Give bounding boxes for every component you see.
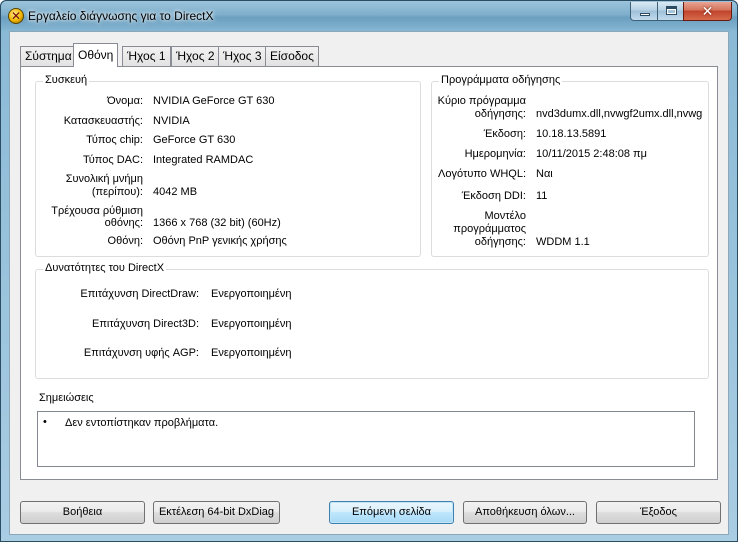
device-group: Συσκευή Όνομα: NVIDIA GeForce GT 630 Κατ… [35, 74, 421, 257]
notes-group: Σημειώσεις • Δεν εντοπίστηκαν προβλήματα… [35, 392, 719, 473]
chip-type-value: GeForce GT 630 [153, 134, 236, 146]
ddi-version-value: 11 [536, 190, 548, 202]
display-mode-label-line1: Τρέχουσα ρύθμιση [51, 205, 143, 217]
driver-model-value: WDDM 1.1 [536, 236, 590, 248]
next-page-button[interactable]: Επόμενη σελίδα [329, 501, 454, 524]
display-mode-value: 1366 x 768 (32 bit) (60Hz) [153, 217, 281, 229]
help-button[interactable]: Βοήθεια [20, 501, 145, 524]
monitor-label: Οθόνη: [107, 235, 143, 247]
minimize-button[interactable] [630, 2, 658, 21]
display-mode-label-line2: οθόνης: [104, 217, 143, 229]
window-title: Εργαλείο διάγνωσης για το DirectX [28, 9, 214, 23]
total-memory-label-line1: Συνολική μνήμη [65, 173, 143, 185]
driver-model-label-line2: προγράμματος [453, 223, 526, 235]
driver-model-label-line3: οδήγησης: [474, 236, 526, 248]
driver-version-value: 10.18.13.5891 [536, 128, 607, 140]
total-memory-label-line2: (περίπου): [91, 186, 143, 198]
device-name-value: NVIDIA GeForce GT 630 [153, 95, 275, 107]
notes-textbox[interactable]: • Δεν εντοπίστηκαν προβλήματα. [37, 411, 695, 467]
tab-sound-3[interactable]: Ήχος 3 [218, 46, 267, 66]
manufacturer-label: Κατασκευαστής: [63, 115, 143, 127]
whql-logo-value: Ναι [536, 168, 553, 180]
driver-version-label: Έκδοση: [483, 128, 526, 140]
monitor-value: Οθόνη PnP γενικής χρήσης [153, 235, 287, 247]
dialog-client-area: Σύστημα Οθόνη Ήχος 1 Ήχος 2 Ήχος 3 Είσοδ… [9, 31, 729, 535]
display-tab-panel: Συσκευή Όνομα: NVIDIA GeForce GT 630 Κατ… [20, 66, 718, 480]
tab-sound-2[interactable]: Ήχος 2 [171, 46, 220, 66]
dac-type-value: Integrated RAMDAC [153, 154, 254, 166]
drivers-group: Προγράμματα οδήγησης Κύριο πρόγραμμα οδή… [431, 74, 709, 257]
agp-texture-accel-value: Ενεργοποιημένη [211, 347, 292, 359]
driver-date-label: Ημερομηνία: [464, 148, 526, 160]
directdraw-accel-label: Επιτάχυνση DirectDraw: [80, 288, 199, 300]
tab-input[interactable]: Είσοδος [265, 46, 319, 66]
close-button[interactable]: ✕ [683, 2, 732, 21]
note-item: Δεν εντοπίστηκαν προβλήματα. [65, 417, 219, 429]
total-memory-value: 4042 MB [153, 186, 198, 198]
driver-model-label-line1: Μοντέλο [484, 210, 526, 222]
main-driver-label-line1: Κύριο πρόγραμμα [437, 95, 526, 107]
tab-display[interactable]: Οθόνη [73, 43, 119, 67]
directx-features-group: Δυνατότητες του DirectX Επιτάχυνση Direc… [35, 262, 709, 379]
maximize-icon [666, 6, 677, 15]
minimize-icon [640, 13, 650, 16]
device-name-label: Όνομα: [107, 95, 143, 107]
exit-button[interactable]: Έξοδος [596, 501, 721, 524]
agp-texture-accel-label: Επιτάχυνση υφής AGP: [83, 347, 199, 359]
notes-group-title: Σημειώσεις [37, 392, 96, 404]
run-64bit-dxdiag-button[interactable]: Εκτέλεση 64-bit DxDiag [153, 501, 280, 524]
drivers-group-title: Προγράμματα οδήγησης [439, 74, 563, 86]
note-bullet: • [43, 416, 47, 428]
whql-logo-label: Λογότυπο WHQL: [438, 168, 526, 180]
tab-sound-1[interactable]: Ήχος 1 [122, 46, 171, 66]
driver-date-value: 10/11/2015 2:48:08 πμ [536, 148, 647, 160]
dac-type-label: Τύπος DAC: [83, 154, 143, 166]
close-icon: ✕ [701, 3, 714, 19]
manufacturer-value: NVIDIA [153, 115, 190, 127]
chip-type-label: Τύπος chip: [86, 134, 143, 146]
ddi-version-label: Έκδοση DDI: [461, 190, 526, 202]
tab-system[interactable]: Σύστημα [20, 46, 77, 66]
title-bar[interactable]: ✕ Εργαλείο διάγνωσης για το DirectX ✕ [1, 1, 737, 31]
maximize-button[interactable] [657, 2, 684, 21]
main-driver-value: nvd3dumx.dll,nvwgf2umx.dll,nvwg [536, 108, 703, 120]
directx-icon: ✕ [8, 8, 24, 24]
save-all-button[interactable]: Αποθήκευση όλων... [463, 501, 587, 524]
directdraw-accel-value: Ενεργοποιημένη [211, 288, 292, 300]
dxdiag-window: ✕ Εργαλείο διάγνωσης για το DirectX ✕ Σύ… [0, 0, 738, 542]
main-driver-label-line2: οδήγησης: [474, 108, 526, 120]
direct3d-accel-label: Επιτάχυνση Direct3D: [91, 318, 199, 330]
directx-features-group-title: Δυνατότητες του DirectX [43, 262, 167, 274]
device-group-title: Συσκευή [43, 74, 90, 86]
direct3d-accel-value: Ενεργοποιημένη [211, 318, 292, 330]
